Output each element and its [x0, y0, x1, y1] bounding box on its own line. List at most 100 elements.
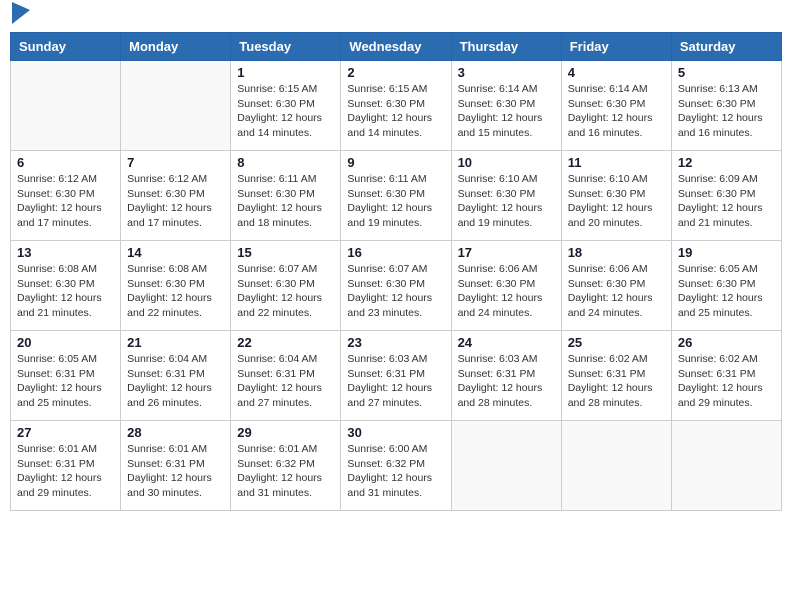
table-row [671, 421, 781, 511]
day-detail: Sunrise: 6:10 AM Sunset: 6:30 PM Dayligh… [568, 172, 665, 231]
day-number: 24 [458, 335, 555, 350]
day-detail: Sunrise: 6:12 AM Sunset: 6:30 PM Dayligh… [17, 172, 114, 231]
day-detail: Sunrise: 6:04 AM Sunset: 6:31 PM Dayligh… [237, 352, 334, 411]
day-detail: Sunrise: 6:05 AM Sunset: 6:30 PM Dayligh… [678, 262, 775, 321]
day-number: 13 [17, 245, 114, 260]
day-detail: Sunrise: 6:07 AM Sunset: 6:30 PM Dayligh… [237, 262, 334, 321]
day-detail: Sunrise: 6:14 AM Sunset: 6:30 PM Dayligh… [568, 82, 665, 141]
table-row: 12 Sunrise: 6:09 AM Sunset: 6:30 PM Dayli… [671, 151, 781, 241]
calendar-table: Sunday Monday Tuesday Wednesday Thursday… [10, 32, 782, 511]
day-detail: Sunrise: 6:02 AM Sunset: 6:31 PM Dayligh… [568, 352, 665, 411]
table-row: 7 Sunrise: 6:12 AM Sunset: 6:30 PM Daylig… [121, 151, 231, 241]
day-number: 16 [347, 245, 444, 260]
table-row: 24 Sunrise: 6:03 AM Sunset: 6:31 PM Dayli… [451, 331, 561, 421]
day-number: 14 [127, 245, 224, 260]
day-number: 11 [568, 155, 665, 170]
day-number: 1 [237, 65, 334, 80]
day-detail: Sunrise: 6:03 AM Sunset: 6:31 PM Dayligh… [458, 352, 555, 411]
day-number: 21 [127, 335, 224, 350]
day-detail: Sunrise: 6:14 AM Sunset: 6:30 PM Dayligh… [458, 82, 555, 141]
calendar-week-row: 27 Sunrise: 6:01 AM Sunset: 6:31 PM Dayli… [11, 421, 782, 511]
table-row: 26Sunrise: 6:02 AM Sunset: 6:31 PM Dayli… [671, 331, 781, 421]
table-row: 18 Sunrise: 6:06 AM Sunset: 6:30 PM Dayli… [561, 241, 671, 331]
table-row: 10Sunrise: 6:10 AM Sunset: 6:30 PM Dayli… [451, 151, 561, 241]
day-detail: Sunrise: 6:03 AM Sunset: 6:31 PM Dayligh… [347, 352, 444, 411]
day-number: 15 [237, 245, 334, 260]
day-number: 8 [237, 155, 334, 170]
table-row: 15 Sunrise: 6:07 AM Sunset: 6:30 PM Dayli… [231, 241, 341, 331]
day-number: 7 [127, 155, 224, 170]
table-row [451, 421, 561, 511]
day-number: 28 [127, 425, 224, 440]
page-header [10, 10, 782, 24]
day-number: 10 [458, 155, 555, 170]
day-detail: Sunrise: 6:01 AM Sunset: 6:31 PM Dayligh… [127, 442, 224, 501]
col-sunday: Sunday [11, 33, 121, 61]
day-number: 18 [568, 245, 665, 260]
table-row: 2 Sunrise: 6:15 AM Sunset: 6:30 PM Daylig… [341, 61, 451, 151]
day-detail: Sunrise: 6:11 AM Sunset: 6:30 PM Dayligh… [347, 172, 444, 231]
day-detail: Sunrise: 6:05 AM Sunset: 6:31 PM Dayligh… [17, 352, 114, 411]
col-saturday: Saturday [671, 33, 781, 61]
day-number: 12 [678, 155, 775, 170]
day-detail: Sunrise: 6:09 AM Sunset: 6:30 PM Dayligh… [678, 172, 775, 231]
calendar-week-row: 13 Sunrise: 6:08 AM Sunset: 6:30 PM Dayli… [11, 241, 782, 331]
day-number: 26 [678, 335, 775, 350]
day-detail: Sunrise: 6:08 AM Sunset: 6:30 PM Dayligh… [127, 262, 224, 321]
table-row: 27Sunrise: 6:01 AM Sunset: 6:31 PM Dayli… [11, 421, 121, 511]
col-monday: Monday [121, 33, 231, 61]
day-detail: Sunrise: 6:06 AM Sunset: 6:30 PM Dayligh… [458, 262, 555, 321]
day-detail: Sunrise: 6:01 AM Sunset: 6:32 PM Dayligh… [237, 442, 334, 501]
table-row: 14 Sunrise: 6:08 AM Sunset: 6:30 PM Dayli… [121, 241, 231, 331]
table-row: 20Sunrise: 6:05 AM Sunset: 6:31 PM Dayli… [11, 331, 121, 421]
table-row: 11 Sunrise: 6:10 AM Sunset: 6:30 PM Dayli… [561, 151, 671, 241]
logo [10, 10, 30, 24]
table-row: 19Sunrise: 6:05 AM Sunset: 6:30 PM Dayli… [671, 241, 781, 331]
day-number: 25 [568, 335, 665, 350]
day-number: 4 [568, 65, 665, 80]
table-row: 5 Sunrise: 6:13 AM Sunset: 6:30 PM Daylig… [671, 61, 781, 151]
logo-icon [12, 2, 30, 24]
day-detail: Sunrise: 6:15 AM Sunset: 6:30 PM Dayligh… [347, 82, 444, 141]
calendar-header-row: Sunday Monday Tuesday Wednesday Thursday… [11, 33, 782, 61]
table-row: 16Sunrise: 6:07 AM Sunset: 6:30 PM Dayli… [341, 241, 451, 331]
day-number: 5 [678, 65, 775, 80]
day-number: 6 [17, 155, 114, 170]
table-row: 29 Sunrise: 6:01 AM Sunset: 6:32 PM Dayli… [231, 421, 341, 511]
day-number: 27 [17, 425, 114, 440]
table-row: 21Sunrise: 6:04 AM Sunset: 6:31 PM Dayli… [121, 331, 231, 421]
day-number: 30 [347, 425, 444, 440]
table-row: 6 Sunrise: 6:12 AM Sunset: 6:30 PM Daylig… [11, 151, 121, 241]
table-row [121, 61, 231, 151]
col-thursday: Thursday [451, 33, 561, 61]
day-number: 17 [458, 245, 555, 260]
day-detail: Sunrise: 6:00 AM Sunset: 6:32 PM Dayligh… [347, 442, 444, 501]
day-number: 3 [458, 65, 555, 80]
calendar-week-row: 6 Sunrise: 6:12 AM Sunset: 6:30 PM Daylig… [11, 151, 782, 241]
day-number: 2 [347, 65, 444, 80]
day-detail: Sunrise: 6:12 AM Sunset: 6:30 PM Dayligh… [127, 172, 224, 231]
table-row: 17 Sunrise: 6:06 AM Sunset: 6:30 PM Dayli… [451, 241, 561, 331]
day-number: 23 [347, 335, 444, 350]
table-row: 13 Sunrise: 6:08 AM Sunset: 6:30 PM Dayli… [11, 241, 121, 331]
table-row: 4 Sunrise: 6:14 AM Sunset: 6:30 PM Daylig… [561, 61, 671, 151]
table-row [11, 61, 121, 151]
table-row [561, 421, 671, 511]
calendar-week-row: 1 Sunrise: 6:15 AM Sunset: 6:30 PM Daylig… [11, 61, 782, 151]
day-number: 9 [347, 155, 444, 170]
table-row: 8 Sunrise: 6:11 AM Sunset: 6:30 PM Daylig… [231, 151, 341, 241]
col-tuesday: Tuesday [231, 33, 341, 61]
day-detail: Sunrise: 6:08 AM Sunset: 6:30 PM Dayligh… [17, 262, 114, 321]
calendar-week-row: 20Sunrise: 6:05 AM Sunset: 6:31 PM Dayli… [11, 331, 782, 421]
col-friday: Friday [561, 33, 671, 61]
table-row: 30 Sunrise: 6:00 AM Sunset: 6:32 PM Dayli… [341, 421, 451, 511]
table-row: 25 Sunrise: 6:02 AM Sunset: 6:31 PM Dayli… [561, 331, 671, 421]
table-row: 23 Sunrise: 6:03 AM Sunset: 6:31 PM Dayli… [341, 331, 451, 421]
day-detail: Sunrise: 6:06 AM Sunset: 6:30 PM Dayligh… [568, 262, 665, 321]
day-detail: Sunrise: 6:13 AM Sunset: 6:30 PM Dayligh… [678, 82, 775, 141]
col-wednesday: Wednesday [341, 33, 451, 61]
table-row: 1Sunrise: 6:15 AM Sunset: 6:30 PM Daylig… [231, 61, 341, 151]
day-detail: Sunrise: 6:11 AM Sunset: 6:30 PM Dayligh… [237, 172, 334, 231]
table-row: 3 Sunrise: 6:14 AM Sunset: 6:30 PM Daylig… [451, 61, 561, 151]
day-number: 29 [237, 425, 334, 440]
